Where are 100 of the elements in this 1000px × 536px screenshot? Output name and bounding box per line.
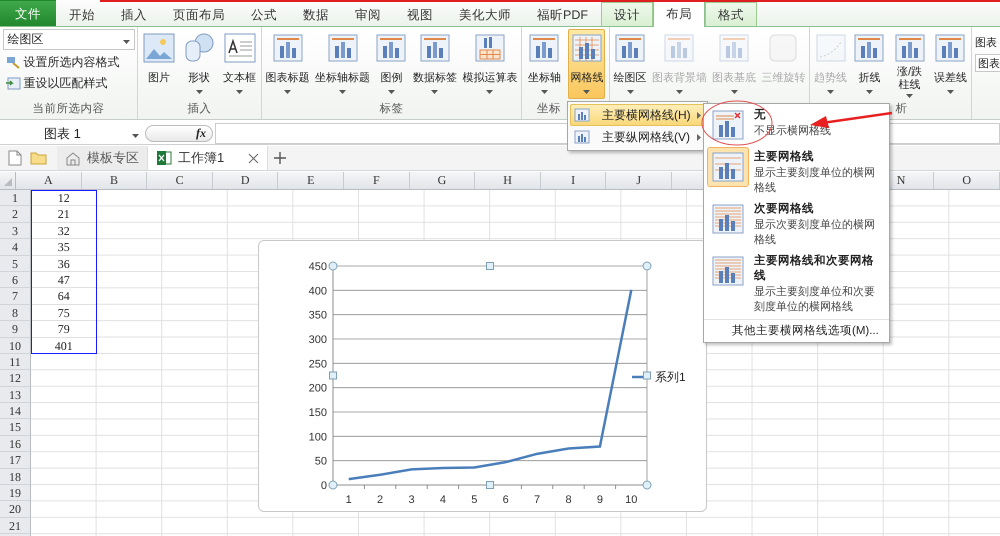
close-icon[interactable] bbox=[248, 152, 260, 164]
select-all-icon[interactable] bbox=[4, 178, 12, 186]
row-header[interactable]: 3 bbox=[0, 222, 31, 240]
row-header[interactable]: 4 bbox=[0, 239, 31, 256]
gridlines-icon bbox=[570, 33, 603, 63]
add-tab-icon[interactable] bbox=[274, 152, 286, 164]
row-header[interactable]: 7 bbox=[0, 288, 31, 305]
column-header[interactable]: F bbox=[344, 172, 410, 189]
chart-icon bbox=[272, 33, 304, 63]
ribbon-tab[interactable]: 审阅 bbox=[342, 2, 394, 26]
column-header[interactable]: I bbox=[540, 172, 606, 189]
column-header[interactable]: G bbox=[410, 172, 476, 189]
column-header[interactable]: E bbox=[278, 172, 344, 189]
new-document-icon[interactable] bbox=[8, 150, 22, 166]
name-box[interactable]: 图表 1 bbox=[0, 123, 145, 144]
ribbon-button[interactable]: 图表标题 bbox=[264, 29, 312, 99]
row-header[interactable]: 18 bbox=[0, 468, 31, 486]
row-header[interactable]: 19 bbox=[0, 485, 31, 502]
menu-item[interactable]: 主要横网格线(H) bbox=[570, 104, 705, 126]
ribbon-button[interactable]: 折线 bbox=[851, 29, 888, 99]
row-header[interactable]: 2 bbox=[0, 206, 31, 223]
ribbon-button[interactable]: 数据标签 bbox=[410, 29, 459, 99]
chart-icon bbox=[326, 33, 359, 63]
document-tab[interactable]: 工作簿1 bbox=[148, 146, 268, 170]
resize-handle[interactable] bbox=[486, 481, 494, 489]
column-header[interactable]: B bbox=[82, 172, 148, 189]
ribbon-command[interactable]: 设置所选内容格式 bbox=[2, 53, 134, 71]
row-header[interactable]: 21 bbox=[0, 518, 31, 534]
row-header[interactable]: 5 bbox=[0, 256, 31, 272]
ribbon-button[interactable]: 坐标轴标题 bbox=[313, 29, 372, 99]
chart-area[interactable]: 0 50 100 150 200 250 300 350 400 450 1 2 3 4 5 6 7 8 9 10 系列1 bbox=[258, 240, 707, 512]
resize-handle[interactable] bbox=[486, 262, 494, 270]
folder-icon[interactable] bbox=[30, 151, 47, 165]
axis-label: 150 bbox=[308, 407, 327, 419]
row-header[interactable]: 10 bbox=[0, 338, 31, 354]
row-header[interactable]: 20 bbox=[0, 501, 31, 518]
row-header[interactable]: 16 bbox=[0, 436, 31, 452]
table-cell: 75 bbox=[31, 304, 97, 322]
ribbon-button[interactable]: 形状 bbox=[181, 29, 217, 99]
axis-label: 450 bbox=[308, 261, 327, 273]
row-header[interactable]: 17 bbox=[0, 452, 31, 469]
document-tab[interactable]: 模板专区 bbox=[57, 146, 148, 170]
axis-label: 10 bbox=[625, 494, 638, 506]
chart-icon bbox=[474, 33, 506, 63]
row-header[interactable]: 14 bbox=[0, 403, 31, 420]
ribbon-tab[interactable]: 视图 bbox=[394, 2, 446, 26]
column-header[interactable]: O bbox=[934, 172, 1000, 189]
ribbon-command[interactable]: 重设以匹配样式 bbox=[2, 74, 134, 92]
insert-function-button[interactable]: fx bbox=[145, 125, 213, 142]
column-header[interactable]: H bbox=[475, 172, 541, 189]
ribbon-button[interactable]: 误差线 bbox=[932, 29, 969, 99]
ribbon-button[interactable]: 涨/跌柱线 bbox=[890, 29, 930, 99]
row-header[interactable]: 8 bbox=[0, 304, 31, 322]
axis-label: 7 bbox=[534, 494, 540, 506]
ribbon-tab[interactable]: 插入 bbox=[108, 2, 160, 26]
ribbon-tab[interactable]: 文件 bbox=[0, 0, 56, 26]
ribbon-tab[interactable]: 布局 bbox=[653, 1, 705, 27]
row-header[interactable]: 13 bbox=[0, 386, 31, 404]
table-cell: 35 bbox=[31, 239, 97, 256]
menu-item[interactable]: 其他主要横网格线选项(M)... bbox=[704, 319, 889, 342]
ribbon-button[interactable]: 绘图区 bbox=[612, 29, 649, 99]
submenu-arrow-icon bbox=[696, 134, 701, 140]
chart-name-field[interactable]: 图表 bbox=[975, 54, 1000, 72]
ribbon-tab[interactable]: 公式 bbox=[238, 2, 290, 26]
ribbon-button[interactable]: 图例 bbox=[373, 29, 410, 99]
ribbon-button[interactable]: 坐标轴 bbox=[526, 29, 563, 99]
ribbon-button[interactable]: 网格线 bbox=[568, 29, 606, 99]
row-header[interactable]: 9 bbox=[0, 321, 31, 338]
resize-handle[interactable] bbox=[328, 480, 338, 490]
column-header[interactable]: D bbox=[212, 172, 278, 189]
resize-handle[interactable] bbox=[328, 262, 338, 270]
column-header[interactable]: J bbox=[606, 172, 672, 189]
reset-style-icon bbox=[4, 76, 20, 90]
ribbon-tab[interactable]: 开始 bbox=[56, 2, 108, 26]
row-header[interactable]: 11 bbox=[0, 354, 31, 370]
ribbon-tab[interactable]: 页面布局 bbox=[160, 2, 238, 26]
column-header[interactable]: C bbox=[147, 172, 213, 189]
row-header[interactable]: 6 bbox=[0, 272, 31, 288]
ribbon-tab[interactable]: 美化大师 bbox=[446, 2, 524, 26]
chart-icon bbox=[934, 33, 966, 63]
selection-dropdown[interactable]: 绘图区 bbox=[2, 29, 134, 50]
ribbon-tab[interactable]: 设计 bbox=[601, 2, 653, 26]
ribbon-tab[interactable]: 福昕PDF bbox=[524, 2, 601, 26]
resize-handle[interactable] bbox=[642, 262, 652, 270]
picture-icon bbox=[143, 33, 175, 63]
resize-handle[interactable] bbox=[643, 372, 651, 380]
row-header[interactable]: 15 bbox=[0, 419, 31, 436]
resize-handle[interactable] bbox=[329, 372, 337, 380]
row-header[interactable]: 1 bbox=[0, 190, 31, 206]
ribbon-button[interactable]: 模拟运算表 bbox=[460, 29, 520, 99]
menu-option[interactable]: 主要网格线和次要网格线 显示主要刻度单位和次要刻度单位的横网格线 bbox=[704, 252, 889, 315]
column-header[interactable]: A bbox=[16, 172, 82, 189]
ribbon-button[interactable]: 文本框 bbox=[221, 29, 258, 99]
menu-option[interactable]: 次要网格线 显示次要刻度单位的横网格线 bbox=[704, 200, 889, 248]
ribbon-tab[interactable]: 数据 bbox=[290, 2, 342, 26]
resize-handle[interactable] bbox=[642, 480, 652, 490]
spreadsheet-icon bbox=[156, 150, 172, 166]
ribbon-button[interactable]: 图片 bbox=[141, 29, 177, 99]
ribbon-tab[interactable]: 格式 bbox=[705, 2, 757, 26]
row-header[interactable]: 12 bbox=[0, 370, 31, 387]
